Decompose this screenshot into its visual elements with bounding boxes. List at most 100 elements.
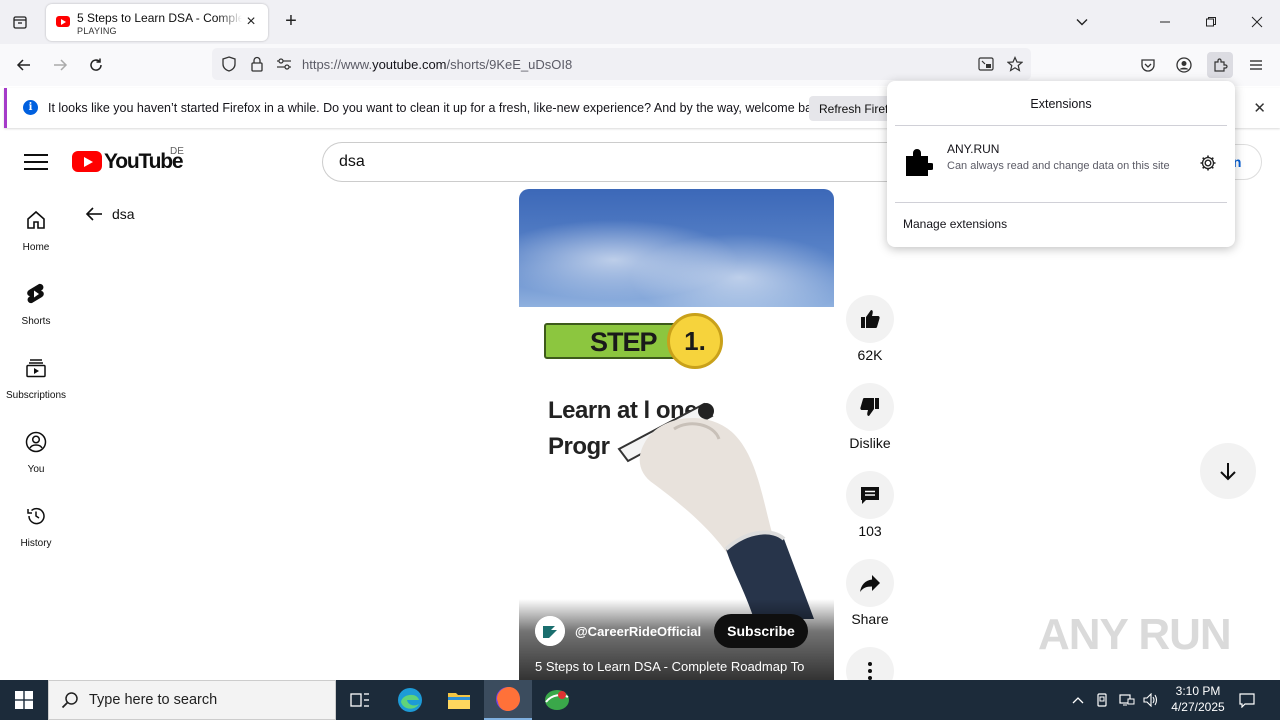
home-icon bbox=[24, 208, 48, 232]
restore-icon bbox=[1206, 17, 1216, 27]
thumbs-down-icon bbox=[860, 398, 879, 416]
address-bar[interactable]: https://www.youtube.com/shorts/9KeE_uDsO… bbox=[212, 48, 1031, 80]
chevron-down-icon bbox=[1076, 19, 1088, 26]
shorts-icon bbox=[24, 282, 48, 306]
shorts-video-player[interactable]: STEP 1. Learn at l one Progr @CareerRide… bbox=[519, 189, 834, 680]
arrow-left-icon bbox=[85, 207, 102, 221]
shorts-back-button[interactable]: dsa bbox=[84, 204, 135, 224]
edge-icon bbox=[398, 688, 422, 712]
tab-youtube-short[interactable]: 5 Steps to Learn DSA - Complete Roadmap … bbox=[46, 4, 268, 41]
arrow-down-icon bbox=[1220, 463, 1236, 481]
notifications-icon[interactable] bbox=[1237, 690, 1257, 710]
channel-name[interactable]: @CareerRideOfficial bbox=[575, 624, 701, 639]
back-label: dsa bbox=[112, 206, 135, 222]
more-vertical-icon bbox=[868, 662, 872, 680]
manage-extensions-item[interactable]: Manage extensions bbox=[903, 217, 1007, 231]
volume-icon[interactable] bbox=[1141, 690, 1161, 710]
puzzle-piece-icon bbox=[1214, 58, 1228, 72]
youtube-guide-menu-button[interactable] bbox=[24, 150, 48, 172]
guide-item-shorts[interactable]: Shorts bbox=[0, 270, 72, 332]
pocket-icon bbox=[1141, 59, 1155, 72]
back-button[interactable] bbox=[11, 52, 37, 78]
reload-button[interactable] bbox=[83, 52, 109, 78]
permissions-icon[interactable] bbox=[275, 55, 293, 73]
account-circle-icon bbox=[24, 430, 48, 454]
firefox-view-icon bbox=[13, 16, 27, 29]
dislike-label: Dislike bbox=[849, 435, 891, 451]
like-button[interactable] bbox=[846, 295, 894, 343]
device-icon[interactable] bbox=[1092, 690, 1112, 710]
drawing-hand-image bbox=[617, 402, 814, 619]
app-menu-button[interactable] bbox=[1243, 52, 1269, 78]
taskbar-clock[interactable]: 3:10 PM 4/27/2025 bbox=[1160, 683, 1236, 715]
share-button[interactable] bbox=[846, 559, 894, 607]
comment-icon bbox=[861, 487, 879, 504]
dislike-button[interactable] bbox=[846, 383, 894, 431]
taskbar-firefox[interactable] bbox=[484, 680, 532, 720]
extensions-button[interactable] bbox=[1207, 52, 1233, 78]
extensions-panel: Extensions ANY.RUN Can always read and c… bbox=[887, 81, 1235, 247]
notification-close-icon[interactable]: ✕ bbox=[1253, 99, 1266, 117]
lock-icon[interactable] bbox=[248, 55, 266, 73]
search-icon bbox=[61, 692, 78, 709]
account-button[interactable] bbox=[1171, 52, 1197, 78]
divider bbox=[895, 125, 1227, 126]
gear-icon[interactable] bbox=[1199, 154, 1217, 172]
divider bbox=[895, 202, 1227, 203]
youtube-search-input[interactable]: dsa bbox=[322, 142, 902, 182]
taskbar-file-explorer[interactable] bbox=[435, 680, 483, 720]
guide-item-history[interactable]: History bbox=[0, 492, 72, 554]
hamburger-line bbox=[24, 168, 48, 170]
comments-button[interactable] bbox=[846, 471, 894, 519]
close-window-button[interactable] bbox=[1234, 0, 1280, 44]
channel-avatar[interactable] bbox=[535, 616, 565, 646]
notification-message: It looks like you haven’t started Firefo… bbox=[48, 101, 829, 115]
next-short-button[interactable] bbox=[1200, 443, 1256, 499]
taskbar-search-box[interactable]: Type here to search bbox=[48, 680, 336, 720]
firefox-view-button[interactable] bbox=[8, 10, 32, 34]
taskbar-edge[interactable] bbox=[386, 680, 434, 720]
account-icon bbox=[1176, 57, 1192, 73]
extensions-panel-title: Extensions bbox=[1030, 97, 1092, 111]
guide-label: Home bbox=[22, 242, 50, 253]
start-button[interactable] bbox=[0, 680, 48, 720]
short-title[interactable]: 5 Steps to Learn DSA - Complete Roadmap … bbox=[535, 659, 825, 674]
restore-window-button[interactable] bbox=[1188, 0, 1234, 44]
dislike-action: Dislike bbox=[846, 383, 894, 451]
minimize-window-button[interactable] bbox=[1142, 0, 1188, 44]
tracking-protection-shield-icon[interactable] bbox=[220, 55, 238, 73]
task-view-button[interactable] bbox=[336, 680, 384, 720]
extension-name[interactable]: ANY.RUN bbox=[947, 142, 999, 156]
picture-in-picture-icon[interactable] bbox=[977, 55, 995, 73]
pocket-button[interactable] bbox=[1135, 52, 1161, 78]
arrow-left-icon bbox=[16, 59, 30, 71]
like-count: 62K bbox=[857, 347, 883, 363]
subscribe-button[interactable]: Subscribe bbox=[714, 614, 808, 648]
hamburger-line bbox=[24, 161, 48, 163]
bookmark-star-icon[interactable] bbox=[1006, 55, 1024, 73]
youtube-logo[interactable]: YouTube DE bbox=[72, 146, 192, 174]
forward-button[interactable] bbox=[47, 52, 73, 78]
clock-time: 3:10 PM bbox=[1175, 684, 1221, 698]
youtube-play-icon bbox=[72, 151, 102, 172]
firefox-icon bbox=[496, 687, 520, 711]
tab-close-icon[interactable]: × bbox=[242, 13, 260, 31]
guide-item-you[interactable]: You bbox=[0, 418, 72, 480]
share-label: Share bbox=[851, 611, 889, 627]
clock-date: 4/27/2025 bbox=[1171, 700, 1225, 714]
url-path: /shorts/9KeE_uDsOI8 bbox=[446, 57, 573, 72]
network-icon[interactable] bbox=[1117, 690, 1137, 710]
guide-item-home[interactable]: Home bbox=[0, 196, 72, 258]
step-word: STEP bbox=[590, 327, 658, 357]
list-all-tabs-button[interactable] bbox=[1072, 12, 1092, 32]
history-icon bbox=[24, 504, 48, 528]
folder-icon bbox=[448, 693, 470, 709]
guide-item-subscriptions[interactable]: Subscriptions bbox=[0, 344, 72, 406]
task-view-icon bbox=[350, 693, 369, 707]
arrow-right-icon bbox=[54, 59, 68, 71]
new-tab-button[interactable]: + bbox=[280, 10, 302, 32]
tab-strip: 5 Steps to Learn DSA - Complete Roadmap … bbox=[0, 0, 1280, 44]
thumbs-up-icon bbox=[861, 310, 880, 328]
chevron-up-icon[interactable] bbox=[1068, 690, 1088, 710]
taskbar-anyrun-app[interactable] bbox=[533, 680, 581, 720]
